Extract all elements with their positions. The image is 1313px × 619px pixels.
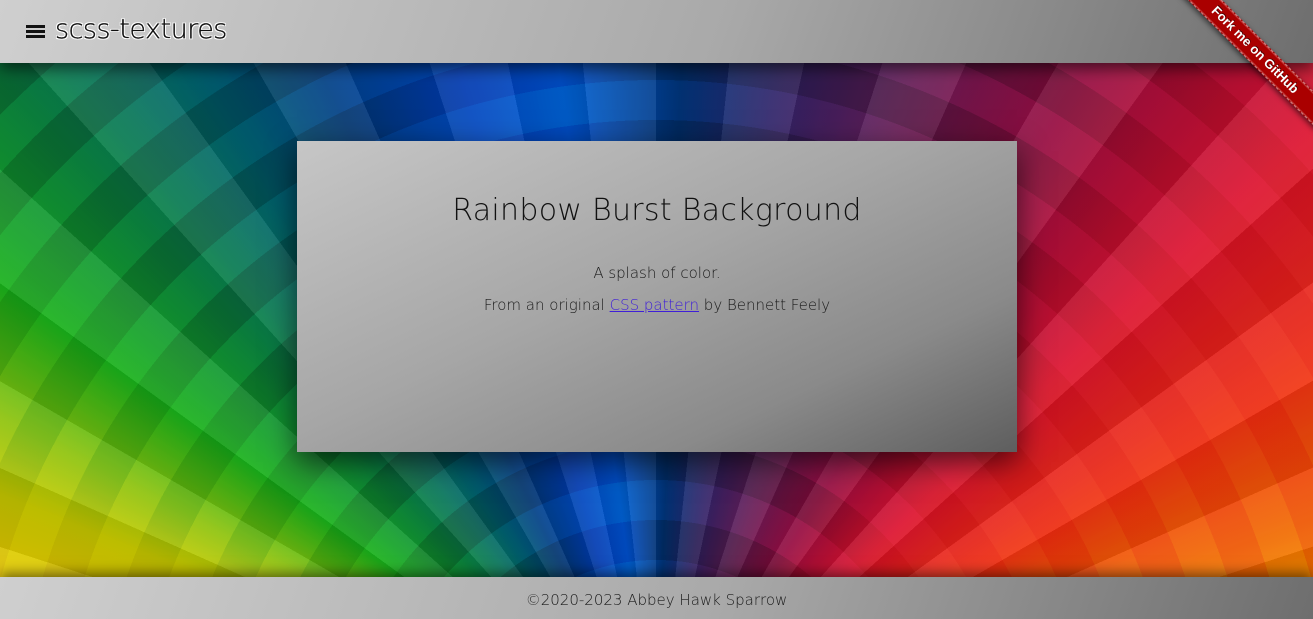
site-brand[interactable]: scss-textures	[55, 14, 228, 45]
credit-prefix: From an original	[483, 296, 605, 314]
fork-on-github-ribbon[interactable]: Fork me on GitHub	[1175, 0, 1313, 130]
copyright-text: ©2020-2023 Abbey Hawk Sparrow	[525, 591, 788, 609]
pattern-description: A splash of color.	[593, 264, 721, 282]
fork-ribbon-container: Fork me on GitHub	[1163, 0, 1313, 150]
site-footer: ©2020-2023 Abbey Hawk Sparrow	[0, 577, 1313, 619]
page-title: Rainbow Burst Background	[452, 193, 862, 228]
menu-bar	[26, 25, 45, 28]
pattern-credit: From an original CSS pattern by Bennett …	[297, 296, 1017, 314]
hamburger-menu-icon[interactable]	[26, 24, 45, 39]
pattern-card: Rainbow Burst Background A splash of col…	[297, 141, 1017, 452]
menu-bar	[26, 30, 45, 33]
css-pattern-link[interactable]: CSS pattern	[610, 296, 699, 314]
credit-suffix: by Bennett Feely	[703, 296, 831, 314]
menu-bar	[26, 35, 45, 38]
site-header: scss-textures	[0, 0, 1313, 63]
